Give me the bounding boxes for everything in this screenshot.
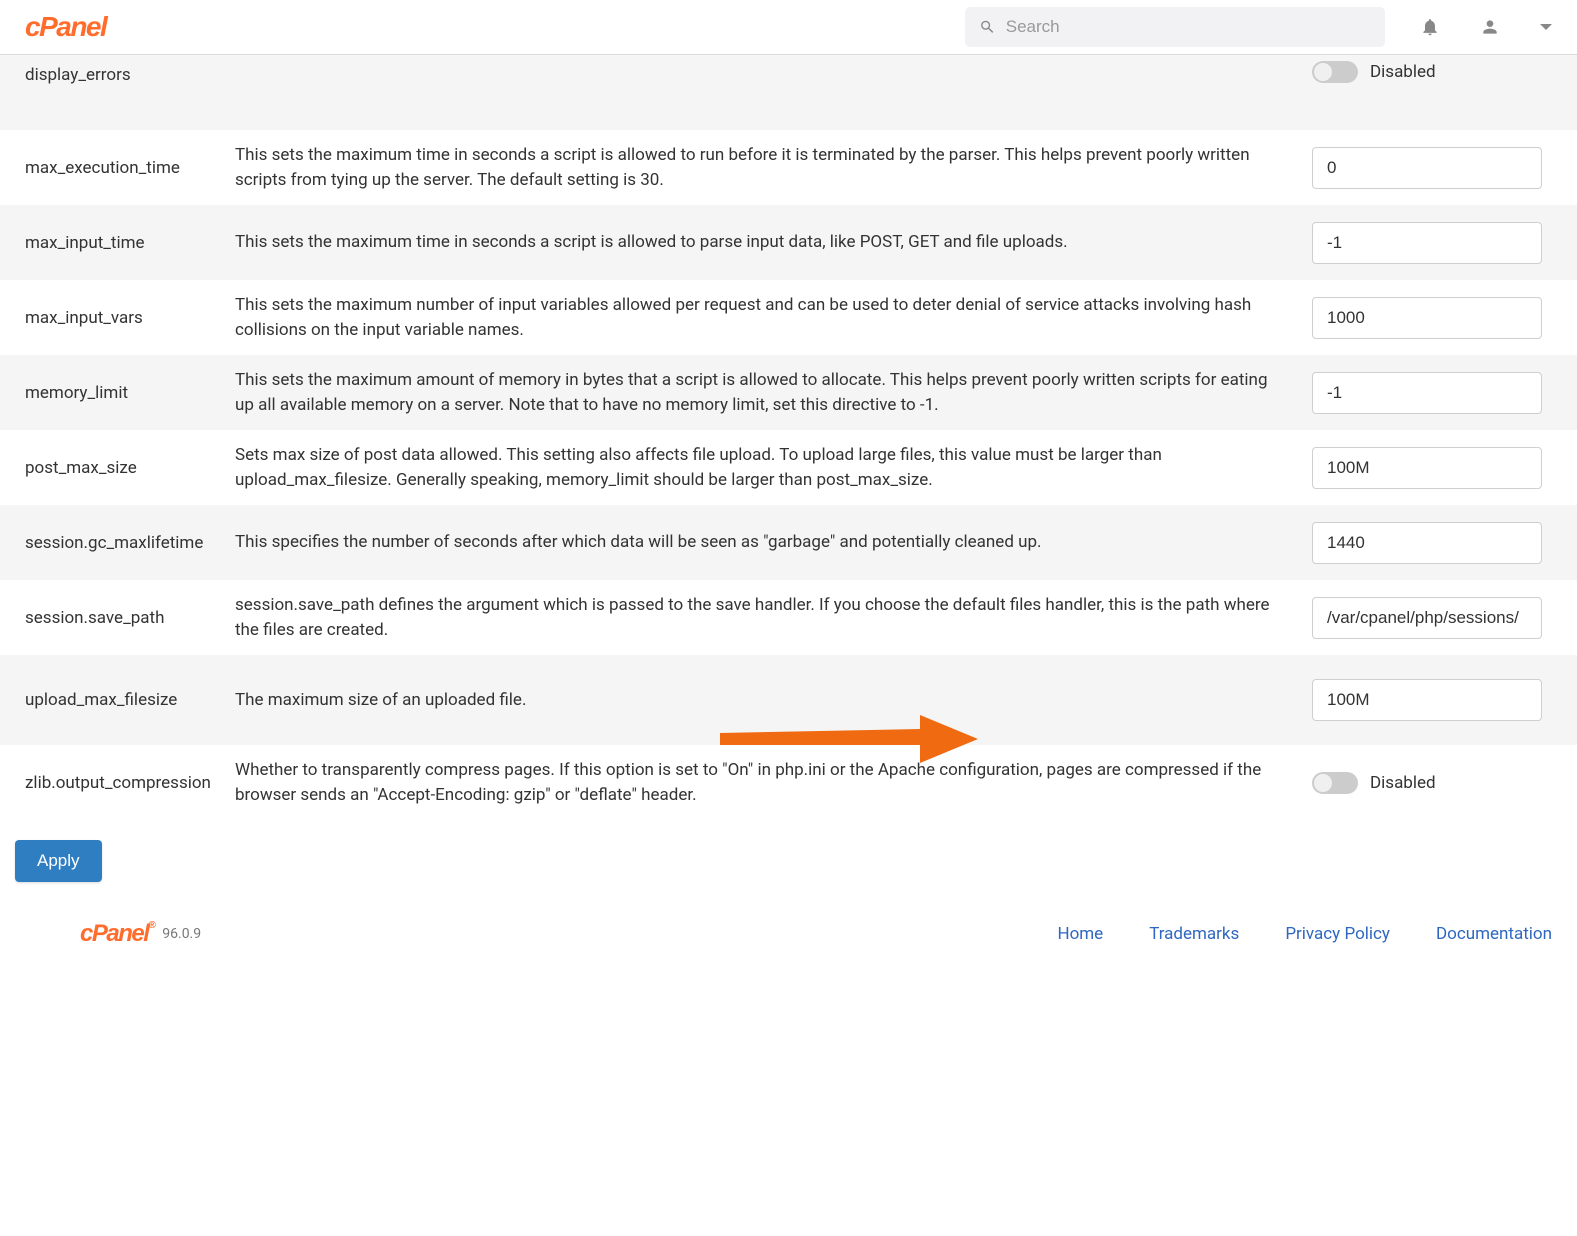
setting-name: max_execution_time bbox=[0, 158, 225, 178]
footer-link-privacy[interactable]: Privacy Policy bbox=[1285, 924, 1390, 944]
setting-name: upload_max_filesize bbox=[0, 690, 225, 710]
input-max-input-vars[interactable] bbox=[1312, 297, 1542, 339]
input-post-max-size[interactable] bbox=[1312, 447, 1542, 489]
input-upload-max-filesize[interactable] bbox=[1312, 679, 1542, 721]
setting-desc: The maximum size of an uploaded file. bbox=[225, 688, 1312, 713]
setting-desc: This determines whether errors should be… bbox=[225, 55, 1312, 58]
setting-row-max-input-time: max_input_time This sets the maximum tim… bbox=[0, 205, 1577, 280]
setting-desc: session.save_path defines the argument w… bbox=[225, 593, 1312, 642]
bell-icon[interactable] bbox=[1420, 17, 1440, 37]
setting-desc: Sets max size of post data allowed. This… bbox=[225, 443, 1312, 492]
setting-row-session-gc-maxlifetime: session.gc_maxlifetime This specifies th… bbox=[0, 505, 1577, 580]
cpanel-footer-logo: cPanel® bbox=[80, 920, 154, 948]
search-input[interactable] bbox=[1006, 17, 1371, 37]
footer-link-trademarks[interactable]: Trademarks bbox=[1149, 924, 1239, 944]
settings-table: display_errors This determines whether e… bbox=[0, 55, 1577, 820]
setting-name: session.save_path bbox=[0, 608, 225, 628]
footer-links: Home Trademarks Privacy Policy Documenta… bbox=[1057, 924, 1552, 944]
input-memory-limit[interactable] bbox=[1312, 372, 1542, 414]
apply-button[interactable]: Apply bbox=[15, 840, 102, 882]
setting-desc: Whether to transparently compress pages.… bbox=[225, 758, 1312, 807]
search-box[interactable] bbox=[965, 7, 1385, 47]
footer-version: 96.0.9 bbox=[162, 926, 201, 942]
setting-desc: This sets the maximum time in seconds a … bbox=[225, 143, 1312, 192]
toggle-label: Disabled bbox=[1370, 773, 1436, 793]
footer: cPanel® 96.0.9 Home Trademarks Privacy P… bbox=[0, 910, 1577, 978]
setting-row-session-save-path: session.save_path session.save_path defi… bbox=[0, 580, 1577, 655]
user-icon[interactable] bbox=[1480, 17, 1500, 37]
footer-link-documentation[interactable]: Documentation bbox=[1436, 924, 1552, 944]
setting-name: post_max_size bbox=[0, 458, 225, 478]
setting-desc: This sets the maximum time in seconds a … bbox=[225, 230, 1312, 255]
setting-desc: This specifies the number of seconds aft… bbox=[225, 530, 1312, 555]
setting-name: session.gc_maxlifetime bbox=[0, 533, 225, 553]
setting-row-memory-limit: memory_limit This sets the maximum amoun… bbox=[0, 355, 1577, 430]
cpanel-logo: cPanel bbox=[25, 11, 106, 43]
setting-row-display-errors: display_errors This determines whether e… bbox=[0, 55, 1577, 130]
toggle-zlib-output-compression[interactable] bbox=[1312, 772, 1358, 794]
setting-row-post-max-size: post_max_size Sets max size of post data… bbox=[0, 430, 1577, 505]
input-max-execution-time[interactable] bbox=[1312, 147, 1542, 189]
header-bar: cPanel bbox=[0, 0, 1577, 55]
setting-name: max_input_time bbox=[0, 233, 225, 253]
setting-row-max-execution-time: max_execution_time This sets the maximum… bbox=[0, 130, 1577, 205]
setting-desc: This sets the maximum amount of memory i… bbox=[225, 368, 1312, 417]
input-session-save-path[interactable] bbox=[1312, 597, 1542, 639]
setting-name: max_input_vars bbox=[0, 308, 225, 328]
setting-row-zlib-output-compression: zlib.output_compression Whether to trans… bbox=[0, 745, 1577, 820]
footer-link-home[interactable]: Home bbox=[1057, 924, 1103, 944]
apply-row: Apply bbox=[0, 820, 1577, 910]
caret-down-icon[interactable] bbox=[1540, 24, 1552, 30]
toggle-label: Disabled bbox=[1370, 62, 1436, 82]
setting-name: memory_limit bbox=[0, 383, 225, 403]
search-icon bbox=[979, 18, 996, 36]
setting-desc: This sets the maximum number of input va… bbox=[225, 293, 1312, 342]
setting-row-upload-max-filesize: upload_max_filesize The maximum size of … bbox=[0, 655, 1577, 745]
input-max-input-time[interactable] bbox=[1312, 222, 1542, 264]
input-session-gc-maxlifetime[interactable] bbox=[1312, 522, 1542, 564]
setting-row-max-input-vars: max_input_vars This sets the maximum num… bbox=[0, 280, 1577, 355]
toggle-display-errors[interactable] bbox=[1312, 61, 1358, 83]
setting-name: zlib.output_compression bbox=[0, 773, 225, 793]
setting-name: display_errors bbox=[0, 55, 225, 85]
